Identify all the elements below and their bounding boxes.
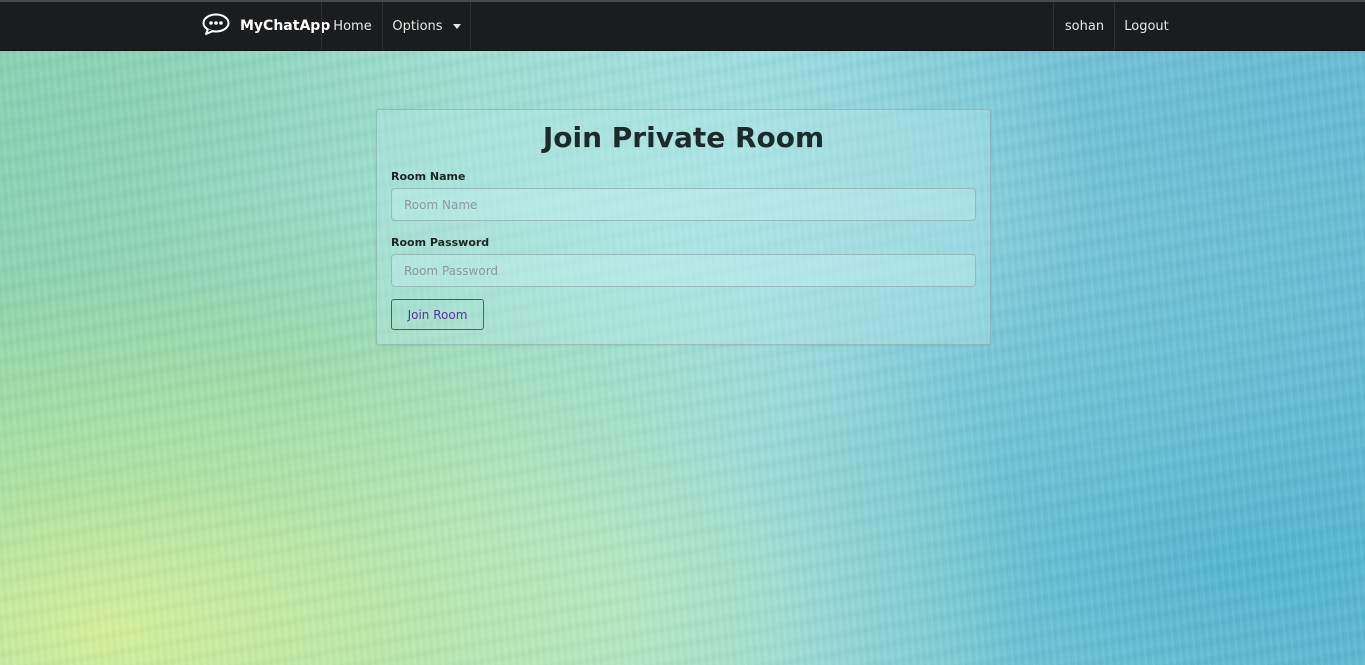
- room-name-label: Room Name: [391, 170, 466, 183]
- room-password-input[interactable]: [391, 254, 976, 287]
- room-name-input[interactable]: [391, 188, 976, 221]
- room-password-label: Room Password: [391, 236, 490, 249]
- nav-username: sohan: [1064, 18, 1105, 34]
- nav-home-label: Home: [333, 18, 372, 34]
- caret-down-icon: [452, 23, 461, 29]
- page-title: Join Private Room: [542, 121, 825, 154]
- top-navbar: MyChatApp Home Options sohan Logout: [0, 2, 1365, 51]
- speech-bubble-icon: [202, 13, 240, 39]
- nav-user-link[interactable]: sohan: [1053, 2, 1115, 50]
- nav-options-dropdown[interactable]: Options: [382, 2, 471, 50]
- brand-name: MyChatApp: [240, 18, 331, 34]
- join-room-card: Join Private Room Room Name Room Passwor…: [376, 109, 991, 345]
- nav-options-label: Options: [392, 18, 443, 34]
- nav-logout-label: Logout: [1124, 18, 1169, 34]
- join-room-button[interactable]: Join Room: [391, 299, 484, 330]
- nav-home-link[interactable]: Home: [321, 2, 383, 50]
- brand-link[interactable]: MyChatApp: [202, 2, 330, 50]
- nav-logout-link[interactable]: Logout: [1114, 2, 1178, 50]
